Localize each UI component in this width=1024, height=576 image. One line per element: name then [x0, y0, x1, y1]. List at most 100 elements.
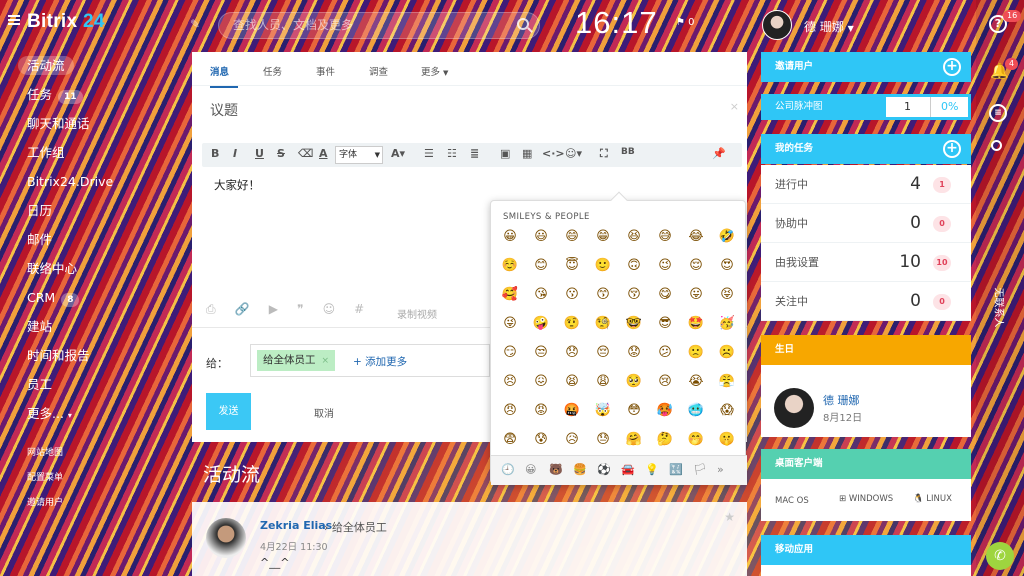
emoji-item[interactable]: 😨: [499, 430, 521, 452]
search-input[interactable]: 查找人员、文档及更多: [218, 12, 540, 39]
fullscreen-icon[interactable]: ⛶: [600, 147, 608, 161]
emoji-item[interactable]: 😁: [592, 227, 614, 249]
emoji-item[interactable]: 🥳: [716, 314, 738, 336]
menu-item-chat[interactable]: 聊天和通话: [0, 114, 180, 143]
emoji-item[interactable]: 😄: [561, 227, 583, 249]
emoji-item[interactable]: 🤯: [592, 401, 614, 423]
post-author[interactable]: Zekria Elias: [260, 519, 332, 532]
emoji-item[interactable]: 🧐: [592, 314, 614, 336]
plus-icon[interactable]: +: [943, 58, 961, 76]
align-icon[interactable]: ≣: [470, 147, 479, 160]
linux-link[interactable]: 🐧 LINUX: [913, 479, 952, 519]
emoji-item[interactable]: ☹️: [716, 343, 738, 365]
emoji-item[interactable]: 😖: [530, 372, 552, 394]
emoji-category-tab[interactable]: 🐻: [549, 463, 563, 476]
topic-input[interactable]: 议题: [210, 100, 238, 120]
numbered-list-icon[interactable]: ☰: [424, 147, 434, 160]
message-body[interactable]: 大家好！: [214, 177, 260, 193]
post-recipient[interactable]: 给全体员工: [332, 521, 387, 534]
emoji-item[interactable]: 😌: [685, 256, 707, 278]
emoji-item[interactable]: 🥵: [654, 401, 676, 423]
recipient-chip[interactable]: 给全体员工 ×: [257, 350, 336, 371]
font-size-icon[interactable]: A▾: [391, 147, 405, 160]
menu-item-mail[interactable]: 邮件: [0, 230, 180, 259]
emoji-category-tab[interactable]: 🏳: [693, 463, 707, 476]
emoji-item[interactable]: 🤭: [685, 430, 707, 452]
tab-more[interactable]: 更多 ▼: [421, 64, 448, 78]
menu-item-contact-center[interactable]: 联络中心: [0, 259, 180, 288]
cancel-button[interactable]: 取消: [314, 405, 334, 420]
send-button[interactable]: 发送: [206, 393, 251, 430]
emoji-item[interactable]: 😭: [685, 372, 707, 394]
add-more-link[interactable]: + 添加更多: [353, 354, 407, 369]
pulse-widget[interactable]: 公司脉冲图 1 0%: [761, 94, 971, 120]
flag-counter[interactable]: ⚑ 0: [676, 17, 695, 28]
emoji-item[interactable]: 😉: [654, 256, 676, 278]
avatar[interactable]: [206, 518, 246, 558]
emoji-item[interactable]: 😂: [685, 227, 707, 249]
emoji-item[interactable]: 🥺: [623, 372, 645, 394]
emoji-item[interactable]: 🤣: [716, 227, 738, 249]
emoji-item[interactable]: 🤫: [716, 430, 738, 452]
tag-icon[interactable]: #: [354, 302, 364, 316]
emoji-category-tab[interactable]: 😀: [525, 463, 536, 476]
emoji-item[interactable]: 😰: [530, 430, 552, 452]
macos-link[interactable]: MAC OS: [775, 479, 809, 521]
emoji-item[interactable]: 😕: [654, 343, 676, 365]
user-menu[interactable]: 德 珊娜 ▼: [804, 18, 854, 35]
star-icon[interactable]: ★: [724, 510, 735, 524]
menu-item-activity[interactable]: 活动流: [0, 56, 180, 85]
emoji-item[interactable]: 😝: [716, 285, 738, 307]
emoji-item[interactable]: 😜: [499, 314, 521, 336]
emoji-item[interactable]: 😅: [654, 227, 676, 249]
emoji-item[interactable]: 😞: [561, 343, 583, 365]
emoji-category-tab[interactable]: 🚘: [621, 463, 635, 476]
text-color-icon[interactable]: A: [319, 147, 328, 160]
emoji-item[interactable]: 😍: [716, 256, 738, 278]
emoji-item[interactable]: 😤: [716, 372, 738, 394]
emoji-item[interactable]: 😔: [592, 343, 614, 365]
emoji-icon[interactable]: ☺▾: [565, 147, 582, 160]
emoji-item[interactable]: 🤩: [685, 314, 707, 336]
emoji-item[interactable]: 😱: [716, 401, 738, 423]
menu-item-time-reports[interactable]: 时间和报告: [0, 346, 180, 375]
task-row[interactable]: 协助中 0 0: [761, 204, 971, 243]
remove-icon[interactable]: ×: [322, 356, 330, 366]
pencil-icon[interactable]: ✎: [190, 17, 200, 31]
emoji-category-tab[interactable]: ⚽: [597, 463, 611, 476]
emoji-item[interactable]: 😆: [623, 227, 645, 249]
emoji-item[interactable]: 😗: [561, 285, 583, 307]
menu-item-drive[interactable]: Bitrix24.Drive: [0, 172, 180, 201]
emoji-item[interactable]: 🙂: [592, 256, 614, 278]
search-side-icon[interactable]: [991, 140, 1002, 151]
code-icon[interactable]: <·>: [542, 147, 565, 160]
menu-item-more[interactable]: 更多... ▾: [0, 404, 180, 433]
record-video-button[interactable]: 录制视频: [397, 306, 437, 321]
app-logo[interactable]: Bitrix 24: [27, 11, 105, 33]
emoji-category-tab[interactable]: »: [717, 463, 724, 476]
emoji-item[interactable]: ☺️: [499, 256, 521, 278]
tab-event[interactable]: 事件: [316, 64, 335, 78]
emoji-item[interactable]: 🤔: [654, 430, 676, 452]
emoji-item[interactable]: 🥰: [499, 285, 521, 307]
menu-item-calendar[interactable]: 日历: [0, 201, 180, 230]
underline-icon[interactable]: U: [255, 147, 264, 160]
emoji-item[interactable]: 😏: [499, 343, 521, 365]
tab-message[interactable]: 消息: [210, 64, 229, 78]
emoji-item[interactable]: 😫: [561, 372, 583, 394]
emoji-item[interactable]: 🙃: [623, 256, 645, 278]
strikethrough-icon[interactable]: S: [277, 147, 285, 160]
emoji-item[interactable]: 😘: [530, 285, 552, 307]
emoji-item[interactable]: 😚: [623, 285, 645, 307]
menu-item-sites[interactable]: 建站: [0, 317, 180, 346]
emoji-item[interactable]: 🤬: [561, 401, 583, 423]
emoji-item[interactable]: 😥: [561, 430, 583, 452]
phone-icon[interactable]: ✆: [986, 542, 1014, 570]
emoji-item[interactable]: 😇: [561, 256, 583, 278]
sitemap-link[interactable]: 网站地图: [0, 441, 180, 466]
post-date[interactable]: 4月22日 11:30: [260, 539, 328, 553]
emoji-item[interactable]: 😊: [530, 256, 552, 278]
pin-icon[interactable]: 📌: [712, 147, 726, 160]
emoji-item[interactable]: 🤪: [530, 314, 552, 336]
link-icon[interactable]: 🔗: [235, 302, 250, 316]
